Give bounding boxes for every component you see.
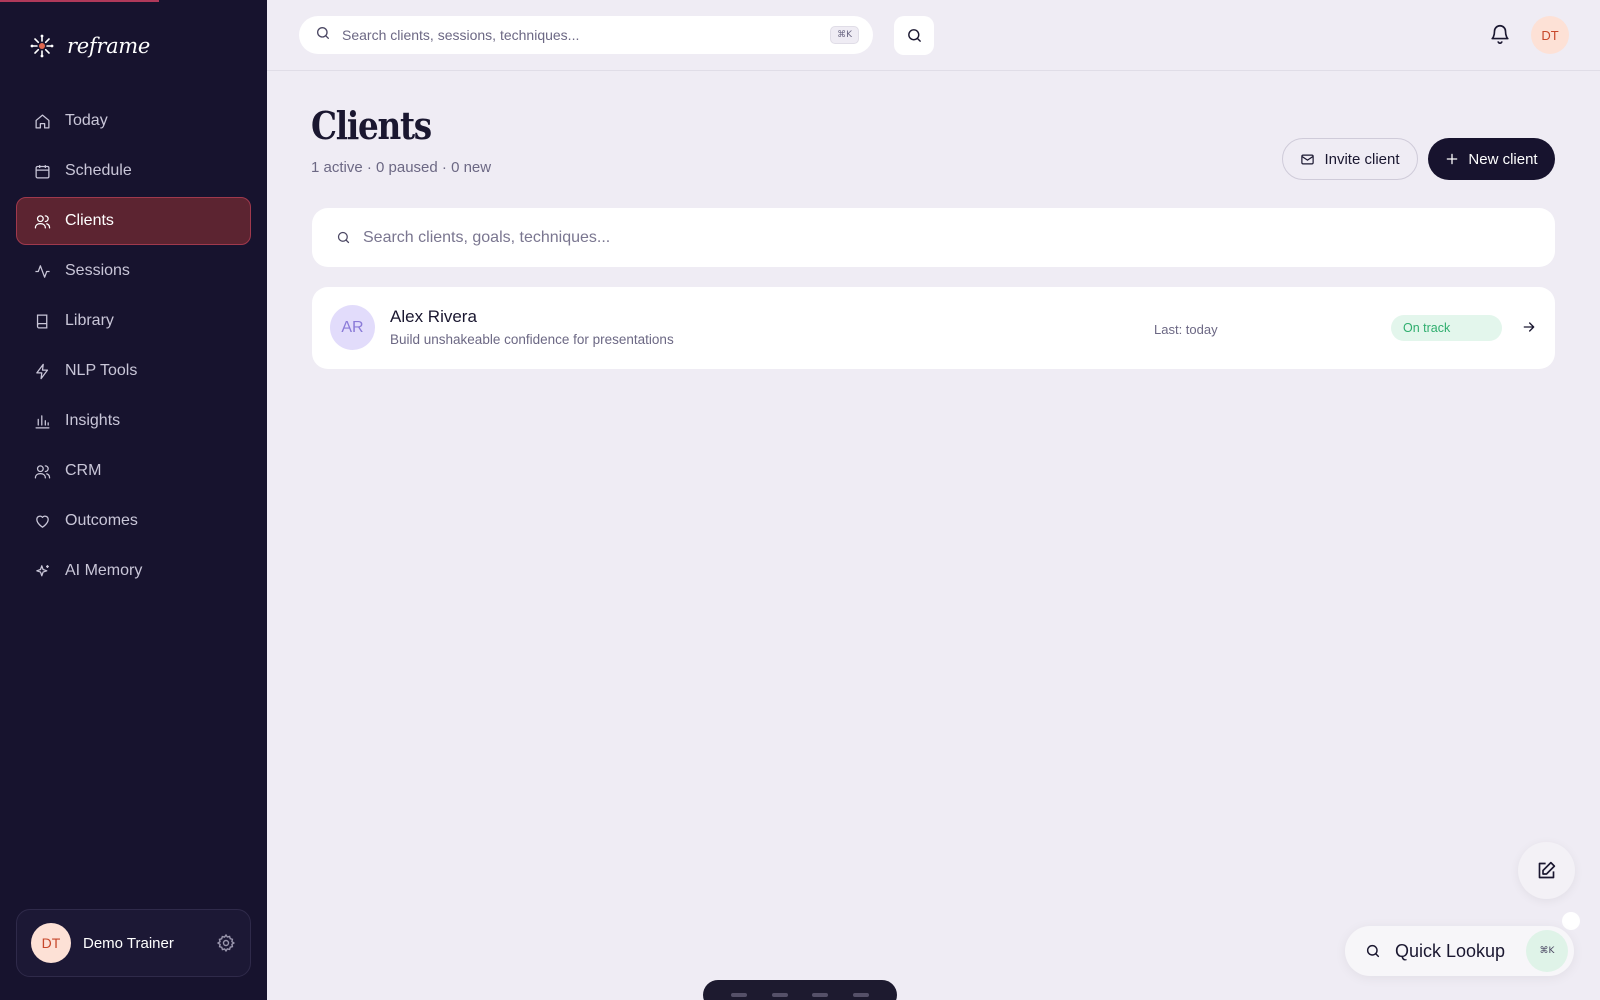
global-search[interactable]: ⌘K (299, 16, 873, 54)
sidebar-item-label: Insights (65, 412, 121, 429)
sidebar-item-schedule[interactable]: Schedule (16, 147, 251, 195)
sidebar-item-today[interactable]: Today (16, 97, 251, 145)
reframe-logo-icon (30, 34, 54, 58)
plus-icon (1447, 153, 1458, 165)
status-badge: On track (1391, 315, 1502, 341)
invite-client-button[interactable]: Invite client (1282, 138, 1418, 180)
new-client-label: New client (1468, 150, 1538, 168)
mail-icon (1301, 154, 1315, 164)
quick-lookup-label: Quick Lookup (1395, 940, 1506, 961)
sidebar-item-label: Today (65, 112, 108, 129)
sidebar-item-label: Schedule (65, 162, 132, 179)
top-bar: ⌘K DT (267, 0, 1600, 71)
search-button[interactable] (894, 16, 934, 55)
users-icon (33, 462, 51, 480)
search-icon (907, 29, 921, 42)
sidebar-item-outcomes[interactable]: Outcomes (16, 497, 251, 545)
client-row[interactable]: AR Alex Rivera Build unshakeable confide… (312, 287, 1555, 369)
search-icon (315, 25, 331, 46)
arrow-right-icon[interactable] (1521, 319, 1539, 337)
user-profile-card[interactable]: DT Demo Trainer (16, 909, 251, 977)
sidebar-nav: Today Schedule Clients Sessions Library (16, 97, 251, 597)
quick-lookup-button[interactable]: Quick Lookup ⌘K (1345, 926, 1574, 976)
sidebar-item-label: CRM (65, 462, 102, 479)
client-search[interactable] (312, 208, 1555, 267)
brand-logo[interactable]: reframe (29, 31, 150, 61)
sidebar-item-library[interactable]: Library (16, 297, 251, 345)
sidebar-item-label: NLP Tools (65, 362, 138, 379)
sidebar-accent-line (0, 0, 159, 2)
bell-icon[interactable] (1489, 23, 1513, 47)
page-subtitle: 1 active · 0 paused · 0 new (311, 159, 492, 176)
dock-item[interactable] (731, 993, 748, 997)
sidebar-item-clients[interactable]: Clients (16, 197, 251, 245)
edit-icon (1538, 861, 1556, 879)
bottom-toolbar-dock[interactable] (703, 980, 897, 1000)
avatar: AR (330, 305, 375, 350)
sidebar-item-label: Sessions (65, 262, 130, 279)
user-name: Demo Trainer (83, 934, 174, 952)
sidebar-item-label: Library (65, 312, 114, 329)
global-search-input[interactable] (342, 27, 831, 43)
dock-item[interactable] (852, 993, 869, 997)
activity-icon (33, 262, 51, 280)
brand-name: reframe (67, 34, 151, 58)
keyboard-shortcut-badge: ⌘K (830, 26, 859, 44)
sparkles-icon (33, 562, 51, 580)
client-search-input[interactable] (363, 228, 1531, 247)
sidebar-item-label: AI Memory (65, 562, 143, 579)
dock-item[interactable] (771, 993, 788, 997)
sidebar-item-label: Clients (65, 212, 114, 229)
bolt-icon (33, 362, 51, 380)
sidebar-item-nlp-tools[interactable]: NLP Tools (16, 347, 251, 395)
book-icon (33, 312, 51, 330)
avatar: DT (31, 923, 71, 963)
gear-icon[interactable] (216, 933, 236, 953)
sidebar-item-label: Outcomes (65, 512, 138, 529)
client-name: Alex Rivera (390, 307, 477, 326)
heart-icon (33, 512, 51, 530)
sidebar-item-ai-memory[interactable]: AI Memory (16, 547, 251, 595)
avatar[interactable]: DT (1531, 16, 1569, 54)
users-icon (33, 212, 51, 230)
quick-note-button[interactable] (1518, 842, 1575, 899)
sidebar-item-insights[interactable]: Insights (16, 397, 251, 445)
dock-item[interactable] (812, 993, 829, 997)
sidebar-item-crm[interactable]: CRM (16, 447, 251, 495)
quick-lookup-shortcut: ⌘K (1526, 930, 1568, 972)
new-client-button[interactable]: New client (1428, 138, 1555, 180)
home-icon (33, 112, 51, 130)
search-icon (1366, 944, 1380, 958)
invite-client-label: Invite client (1324, 150, 1400, 168)
bar-chart-icon (33, 412, 51, 430)
search-icon (337, 231, 350, 244)
client-goal: Build unshakeable confidence for present… (390, 332, 674, 347)
page-title: Clients (311, 103, 432, 148)
sidebar-item-sessions[interactable]: Sessions (16, 247, 251, 295)
client-last-session: Last: today (1154, 322, 1218, 337)
sidebar: reframe Today Schedule Clients Sessions (0, 0, 267, 1000)
floating-indicator-dot (1562, 912, 1580, 930)
calendar-icon (33, 162, 51, 180)
